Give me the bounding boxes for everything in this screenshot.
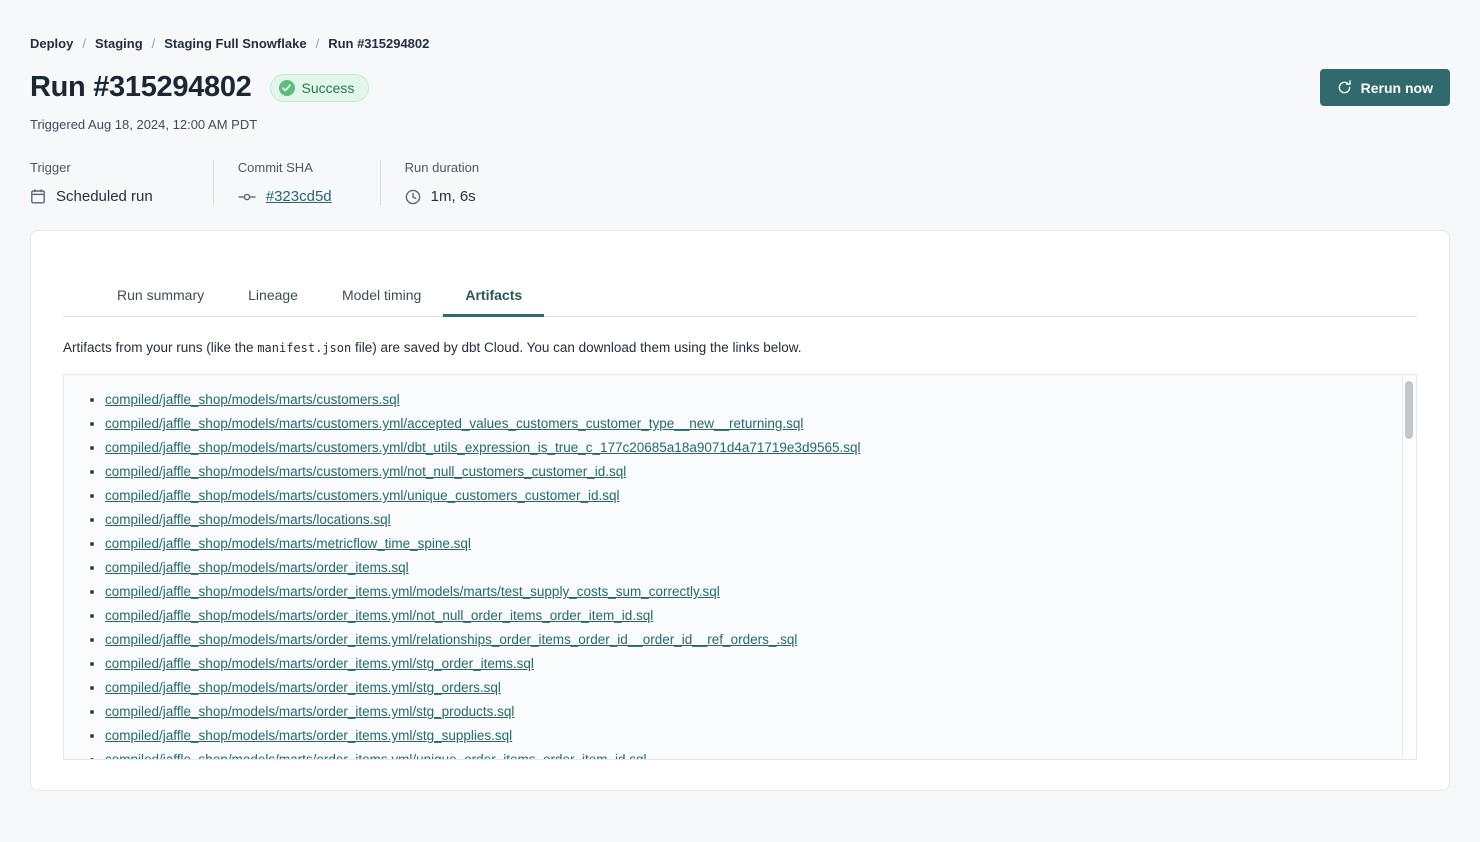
triggered-timestamp: Triggered Aug 18, 2024, 12:00 AM PDT [30, 117, 1450, 132]
artifact-list-item: compiled/jaffle_shop/models/marts/custom… [105, 436, 1416, 460]
title-group: Run #315294802 Success [30, 71, 369, 104]
artifact-list-item: compiled/jaffle_shop/models/marts/locati… [105, 508, 1416, 532]
artifact-link[interactable]: compiled/jaffle_shop/models/marts/order_… [105, 608, 653, 623]
calendar-icon [30, 188, 46, 205]
scrollbar-track[interactable] [1402, 376, 1415, 758]
artifact-list-item: compiled/jaffle_shop/models/marts/order_… [105, 652, 1416, 676]
artifact-list-item: compiled/jaffle_shop/models/marts/order_… [105, 604, 1416, 628]
artifact-list-item: compiled/jaffle_shop/models/marts/custom… [105, 484, 1416, 508]
refresh-icon [1337, 80, 1352, 95]
artifact-link[interactable]: compiled/jaffle_shop/models/marts/order_… [105, 584, 720, 599]
clock-icon [405, 189, 421, 205]
status-badge: Success [270, 74, 370, 102]
success-check-icon [279, 80, 295, 96]
artifact-list-item: compiled/jaffle_shop/models/marts/custom… [105, 388, 1416, 412]
run-meta-row: Trigger Scheduled run Commit SHA #323cd5… [30, 160, 1450, 205]
tab-model-timing[interactable]: Model timing [320, 276, 443, 316]
artifact-link[interactable]: compiled/jaffle_shop/models/marts/custom… [105, 440, 861, 455]
artifacts-description-prefix: Artifacts from your runs (like the [63, 340, 257, 355]
artifact-list-item: compiled/jaffle_shop/models/marts/order_… [105, 724, 1416, 748]
tab-bar: Run summaryLineageModel timingArtifacts [63, 276, 1417, 317]
artifact-link[interactable]: compiled/jaffle_shop/models/marts/custom… [105, 464, 626, 479]
artifact-list-item: compiled/jaffle_shop/models/marts/custom… [105, 412, 1416, 436]
breadcrumb-item-staging[interactable]: Staging [95, 36, 143, 51]
artifact-list-item: compiled/jaffle_shop/models/marts/order_… [105, 700, 1416, 724]
tab-lineage[interactable]: Lineage [226, 276, 320, 316]
breadcrumb-item-run-315294802: Run #315294802 [328, 36, 429, 51]
artifact-link[interactable]: compiled/jaffle_shop/models/marts/metric… [105, 536, 471, 551]
artifact-list-item: compiled/jaffle_shop/models/marts/order_… [105, 580, 1416, 604]
artifact-link[interactable]: compiled/jaffle_shop/models/marts/custom… [105, 488, 619, 503]
rerun-now-label: Rerun now [1361, 80, 1433, 96]
commit-sha-link[interactable]: #323cd5d [266, 188, 332, 205]
artifact-link[interactable]: compiled/jaffle_shop/models/marts/order_… [105, 680, 501, 695]
run-detail-card: Run summaryLineageModel timing Artifacts … [30, 230, 1450, 791]
artifacts-description: Artifacts from your runs (like the manif… [63, 340, 1417, 355]
tab-run-summary[interactable]: Run summary [95, 276, 226, 316]
meta-trigger: Trigger Scheduled run [30, 160, 213, 205]
artifact-link[interactable]: compiled/jaffle_shop/models/marts/order_… [105, 752, 647, 760]
artifacts-description-suffix: file) are saved by dbt Cloud. You can do… [351, 340, 801, 355]
artifact-list: compiled/jaffle_shop/models/marts/custom… [64, 388, 1416, 760]
breadcrumb-item-deploy[interactable]: Deploy [30, 36, 73, 51]
artifact-list-item: compiled/jaffle_shop/models/marts/order_… [105, 676, 1416, 700]
breadcrumb-separator: / [152, 36, 156, 51]
artifact-link[interactable]: compiled/jaffle_shop/models/marts/custom… [105, 416, 803, 431]
tab-artifacts[interactable]: Artifacts [443, 276, 544, 316]
meta-duration-label: Run duration [405, 160, 479, 175]
meta-duration-value: 1m, 6s [431, 188, 476, 205]
artifact-list-item: compiled/jaffle_shop/models/marts/metric… [105, 532, 1416, 556]
artifact-link[interactable]: compiled/jaffle_shop/models/marts/locati… [105, 512, 391, 527]
breadcrumb-separator: / [82, 36, 86, 51]
breadcrumb-separator: / [316, 36, 320, 51]
artifact-link[interactable]: compiled/jaffle_shop/models/marts/order_… [105, 632, 797, 647]
meta-trigger-label: Trigger [30, 160, 153, 175]
rerun-now-button[interactable]: Rerun now [1320, 69, 1450, 106]
status-badge-label: Success [302, 80, 355, 96]
artifact-link[interactable]: compiled/jaffle_shop/models/marts/order_… [105, 560, 409, 575]
meta-trigger-value: Scheduled run [56, 188, 153, 205]
breadcrumb-item-staging-full-snowflake[interactable]: Staging Full Snowflake [164, 36, 306, 51]
artifact-link[interactable]: compiled/jaffle_shop/models/marts/order_… [105, 704, 514, 719]
page-header: Run #315294802 Success Rerun now [30, 69, 1450, 106]
meta-duration: Run duration 1m, 6s [380, 160, 527, 205]
page-title: Run #315294802 [30, 71, 252, 104]
breadcrumb: Deploy / Staging / Staging Full Snowflake / Ru… [30, 0, 1450, 51]
artifact-list-item: compiled/jaffle_shop/models/marts/order_… [105, 748, 1416, 760]
meta-commit-label: Commit SHA [238, 160, 332, 175]
artifact-link[interactable]: compiled/jaffle_shop/models/marts/custom… [105, 392, 400, 407]
scrollbar-thumb[interactable] [1405, 381, 1413, 439]
artifact-list-item: compiled/jaffle_shop/models/marts/order_… [105, 556, 1416, 580]
artifact-list-container: compiled/jaffle_shop/models/marts/custom… [63, 374, 1417, 760]
manifest-json-code: manifest.json [257, 341, 351, 355]
artifact-link[interactable]: compiled/jaffle_shop/models/marts/order_… [105, 728, 512, 743]
commit-icon [238, 192, 256, 202]
meta-commit: Commit SHA #323cd5d [213, 160, 380, 205]
run-detail-page: Deploy / Staging / Staging Full Snowflake / Ru… [0, 0, 1480, 791]
artifact-list-item: compiled/jaffle_shop/models/marts/custom… [105, 460, 1416, 484]
artifact-list-item: compiled/jaffle_shop/models/marts/order_… [105, 628, 1416, 652]
artifact-link[interactable]: compiled/jaffle_shop/models/marts/order_… [105, 656, 534, 671]
